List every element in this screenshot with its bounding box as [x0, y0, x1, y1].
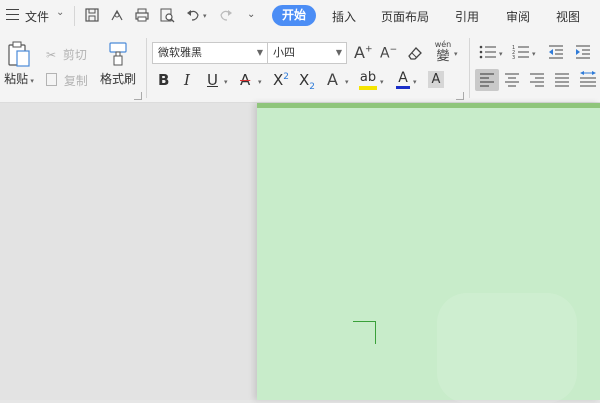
text-effect-button[interactable]: A [327, 70, 338, 89]
numbered-list-icon[interactable]: 123 [512, 44, 530, 60]
paste-button[interactable]: 粘贴 ▾ [0, 40, 38, 87]
print-icon[interactable] [134, 7, 150, 23]
print-preview-icon[interactable] [159, 7, 175, 23]
save-icon[interactable] [84, 7, 100, 23]
copy-button[interactable]: 复制 [46, 72, 88, 89]
chevron-down-icon[interactable]: ⌄ [56, 7, 64, 18]
cut-label: 剪切 [62, 48, 87, 62]
menu-bar: 文件 ⌄ ▾ ⌄ 开始 插入 页面布局 引用 审阅 视图 [0, 0, 600, 32]
cut-button[interactable]: ✂ 剪切 [46, 46, 87, 63]
document-canvas[interactable] [0, 103, 600, 403]
document-page[interactable] [257, 103, 600, 403]
paste-label: 粘贴 [4, 72, 29, 86]
file-menu[interactable]: 文件 [25, 8, 49, 25]
grow-font-button[interactable]: A+ [354, 43, 373, 62]
font-size-combo[interactable]: 小四 ▼ [267, 42, 347, 64]
font-family-value: 微软雅黑 [158, 46, 202, 59]
shrink-font-button[interactable]: A− [380, 45, 397, 62]
strikethrough-button[interactable]: A [240, 71, 250, 89]
decrease-indent-icon[interactable] [548, 45, 564, 59]
redo-icon[interactable] [218, 7, 234, 23]
format-painter-icon [109, 42, 127, 66]
numbered-list-dropdown-icon[interactable]: ▾ [532, 50, 536, 58]
copy-icon [46, 73, 57, 86]
font-size-value: 小四 [273, 46, 295, 59]
tab-page-layout[interactable]: 页面布局 [381, 8, 429, 25]
phonetic-char-icon: 變 [436, 49, 450, 64]
undo-icon[interactable] [185, 7, 201, 23]
underline-dropdown-icon[interactable]: ▾ [224, 78, 228, 86]
increase-indent-icon[interactable] [575, 45, 591, 59]
justify-icon[interactable] [554, 73, 570, 87]
copy-label: 复制 [63, 74, 88, 88]
chevron-down-icon: ▼ [335, 48, 342, 57]
font-family-combo[interactable]: 微软雅黑 ▼ [152, 42, 268, 64]
output-icon[interactable] [109, 7, 125, 23]
align-right-icon[interactable] [529, 73, 545, 87]
highlight-icon: ab [359, 70, 377, 85]
customize-toolbar-icon[interactable]: ⌄ [247, 9, 255, 20]
watermark-logo [437, 293, 577, 403]
char-shading-button[interactable]: A [428, 71, 444, 88]
bullet-list-dropdown-icon[interactable]: ▾ [499, 50, 503, 58]
format-painter-button[interactable]: 格式刷 [98, 40, 138, 87]
paste-dropdown-icon[interactable]: ▾ [28, 77, 34, 85]
tab-review[interactable]: 审阅 [506, 8, 530, 25]
distributed-align-icon[interactable] [579, 70, 597, 88]
margin-corner-mark [353, 321, 376, 344]
subscript-button[interactable]: X2 [299, 71, 315, 92]
font-dialog-launcher[interactable] [456, 92, 464, 100]
ribbon: 粘贴 ▾ ✂ 剪切 复制 格式刷 微软雅黑 ▼ 小四 ▼ A+ A− wén 變… [0, 32, 600, 103]
tab-view[interactable]: 视图 [556, 8, 580, 25]
font-color-button[interactable]: A [396, 70, 410, 89]
chevron-down-icon: ▼ [256, 48, 263, 57]
strikethrough-dropdown-icon[interactable]: ▾ [258, 78, 262, 86]
paste-icon [8, 41, 30, 67]
hamburger-icon[interactable] [6, 9, 19, 20]
shrink-font-icon: A [380, 45, 390, 62]
underline-button[interactable]: U [207, 71, 218, 89]
tab-home[interactable]: 开始 [272, 5, 316, 26]
align-left-icon [480, 73, 494, 87]
format-painter-label: 格式刷 [99, 72, 136, 86]
font-color-dropdown-icon[interactable]: ▾ [413, 78, 417, 86]
tab-insert[interactable]: 插入 [332, 8, 356, 25]
align-left-button[interactable] [475, 69, 499, 91]
svg-text:3: 3 [512, 55, 515, 60]
highlight-dropdown-icon[interactable]: ▾ [380, 78, 384, 86]
bullet-list-icon[interactable] [479, 45, 497, 59]
bold-button[interactable]: B [158, 71, 169, 89]
undo-dropdown-icon[interactable]: ▾ [203, 12, 207, 20]
phonetic-pinyin: wén [434, 40, 452, 49]
italic-button[interactable]: I [184, 71, 190, 89]
text-effect-dropdown-icon[interactable]: ▾ [345, 78, 349, 86]
highlight-button[interactable]: ab [359, 70, 377, 90]
phonetic-dropdown-icon[interactable]: ▾ [454, 50, 458, 58]
align-center-icon[interactable] [504, 73, 520, 87]
phonetic-guide-button[interactable]: wén 變 [434, 40, 452, 64]
font-color-icon: A [398, 70, 408, 86]
grow-font-icon: A [354, 43, 365, 62]
superscript-button[interactable]: X2 [273, 71, 289, 89]
eraser-icon[interactable] [406, 45, 424, 61]
clipboard-dialog-launcher[interactable] [134, 92, 142, 100]
scissors-icon: ✂ [46, 48, 57, 62]
tab-references[interactable]: 引用 [455, 8, 479, 25]
